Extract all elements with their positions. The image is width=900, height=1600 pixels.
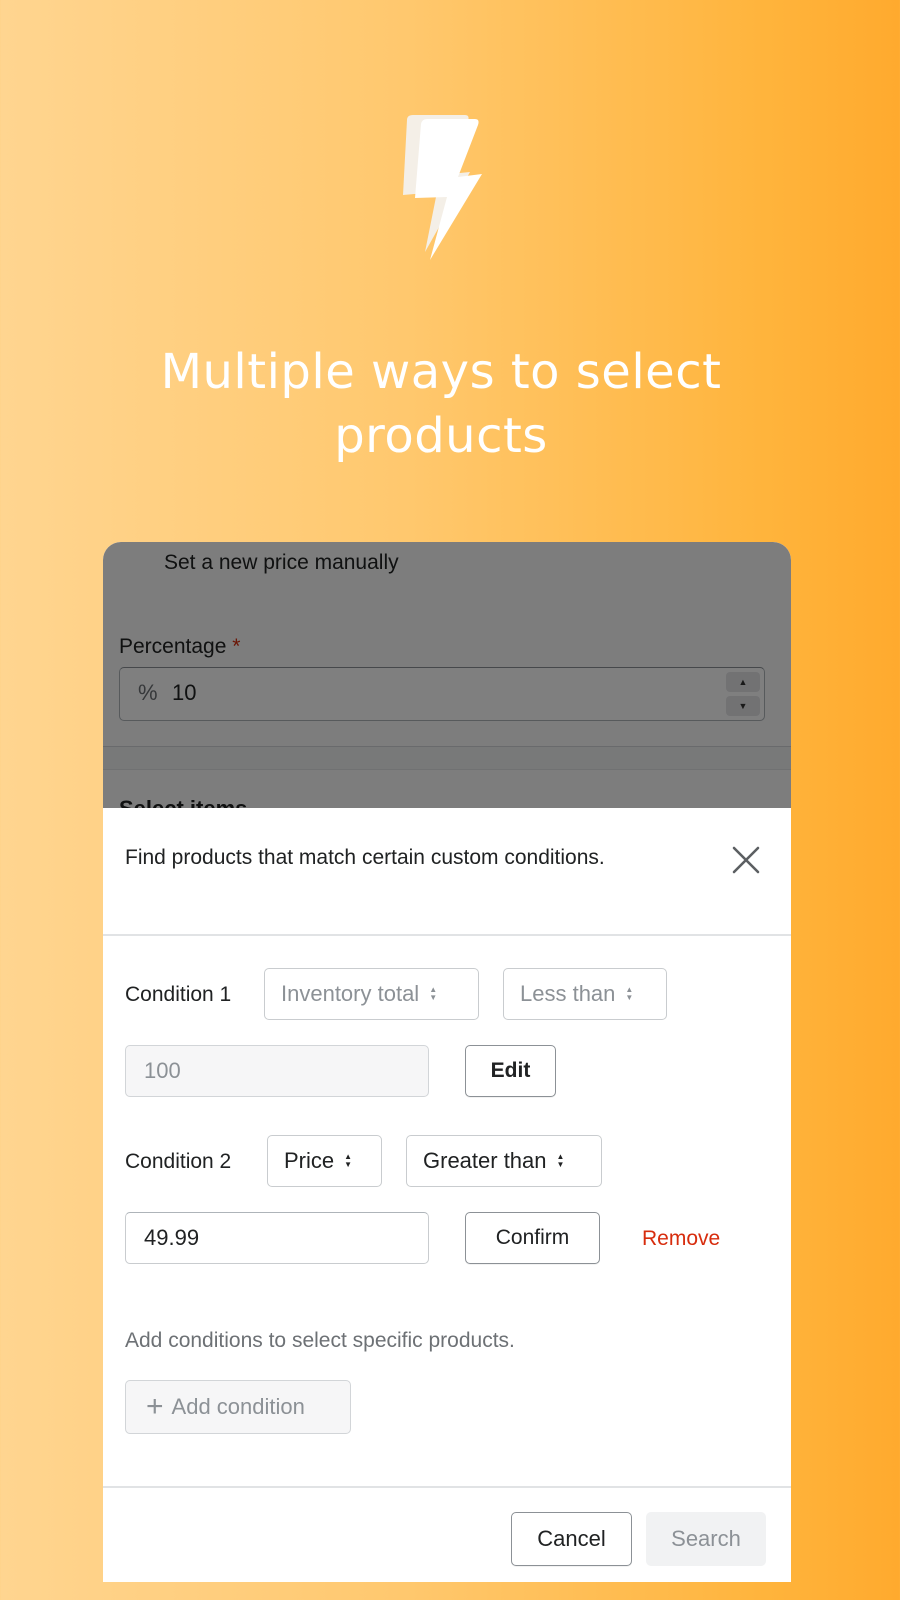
modal-description: Find products that match certain custom …: [125, 846, 605, 869]
condition-1-value: 100: [144, 1058, 181, 1083]
condition-2-operator-value: Greater than: [423, 1148, 547, 1173]
hero-title-line-2: products: [334, 408, 548, 464]
condition-1-field-value: Inventory total: [281, 981, 420, 1006]
remove-condition-link[interactable]: Remove: [642, 1227, 720, 1251]
close-icon: [732, 846, 760, 874]
condition-2-operator-select[interactable]: Greater than ▲ ▼: [406, 1135, 602, 1187]
app-screenshot: Set a new price manually Percentage * % …: [103, 542, 791, 1582]
select-arrows-icon: ▲ ▼: [429, 985, 438, 1002]
condition-2-value-input[interactable]: 49.99: [125, 1212, 429, 1264]
modal-body: Condition 1 Inventory total ▲ ▼ Less than…: [103, 936, 791, 1486]
condition-1-field-select[interactable]: Inventory total ▲ ▼: [264, 968, 479, 1020]
add-condition-label: Add condition: [171, 1394, 305, 1419]
edit-button[interactable]: Edit: [465, 1045, 556, 1097]
condition-2-field-select[interactable]: Price ▲ ▼: [267, 1135, 382, 1187]
conditions-hint: Add conditions to select specific produc…: [125, 1329, 515, 1352]
confirm-button[interactable]: Confirm: [465, 1212, 600, 1264]
select-arrows-icon: ▲ ▼: [625, 985, 634, 1002]
select-arrows-icon: ▲ ▼: [344, 1152, 353, 1169]
modal-backdrop[interactable]: [103, 542, 791, 808]
condition-1-value-input[interactable]: 100: [125, 1045, 429, 1097]
hero-title: Multiple ways to select products: [0, 340, 882, 468]
condition-1-operator-select[interactable]: Less than ▲ ▼: [503, 968, 667, 1020]
condition-2-label: Condition 2: [125, 1150, 232, 1173]
close-button[interactable]: [731, 845, 761, 875]
condition-1-label: Condition 1: [125, 983, 232, 1006]
modal-header: Find products that match certain custom …: [103, 808, 791, 936]
search-button[interactable]: Search: [646, 1512, 766, 1566]
select-arrows-icon: ▲ ▼: [556, 1152, 565, 1169]
condition-2-value: 49.99: [144, 1225, 200, 1250]
hero-title-line-1: Multiple ways to select: [160, 344, 722, 400]
lightning-bolt-icon: [395, 112, 495, 267]
modal-footer: Cancel Search: [103, 1486, 791, 1582]
add-condition-button[interactable]: + Add condition: [125, 1380, 351, 1434]
plus-icon: +: [146, 1390, 164, 1423]
cancel-button[interactable]: Cancel: [511, 1512, 632, 1566]
condition-2-field-value: Price: [284, 1148, 335, 1173]
condition-1-operator-value: Less than: [520, 981, 616, 1006]
conditions-modal: Find products that match certain custom …: [103, 808, 791, 1582]
